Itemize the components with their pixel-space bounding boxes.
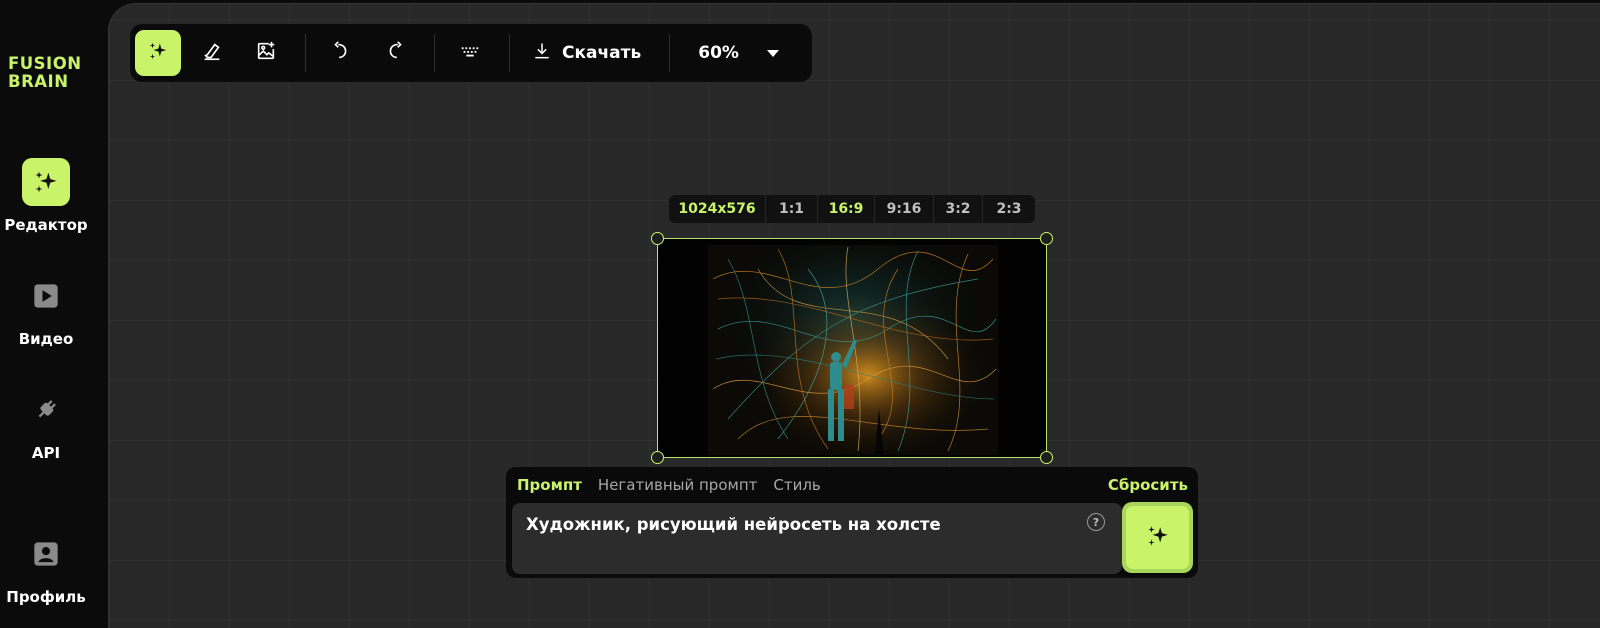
play-icon [22,272,70,320]
tab-negative-prompt[interactable]: Негативный промпт [598,476,757,494]
eraser-tool-button[interactable] [189,30,235,76]
sparkles-icon [1145,523,1171,553]
zoom-value: 60% [698,43,739,63]
neural-network-artwork [658,239,1046,457]
generated-image[interactable] [657,238,1047,458]
sparkles-icon [147,40,169,66]
keyboard-icon [459,40,481,66]
sidebar-item-label: Профиль [6,588,86,606]
sidebar-item-profile[interactable]: Профиль [0,530,92,606]
generate-button-face [1126,506,1189,569]
toolbar: Скачать 60% [130,24,812,82]
profile-icon [22,530,70,578]
download-icon [532,41,552,66]
generate-button[interactable] [1122,502,1193,573]
zoom-select[interactable]: 60% [686,43,779,63]
ratio-option-9-16[interactable]: 9:16 [875,195,934,223]
resize-handle-top-right[interactable] [1040,232,1053,245]
logo-line-1: FUSION [8,54,82,73]
keyboard-shortcuts-button[interactable] [447,30,493,76]
sparkles-icon [22,158,70,206]
ratio-option-2-3[interactable]: 2:3 [983,195,1035,223]
sidebar: FUSION BRAIN Редактор Видео API Профиль [0,0,108,627]
sidebar-item-video[interactable]: Видео [0,272,92,348]
ratio-option-1-1[interactable]: 1:1 [766,195,818,223]
divider [305,34,306,72]
ratio-option-3-2[interactable]: 3:2 [934,195,983,223]
sidebar-item-label: Видео [18,330,74,348]
generate-tool-button[interactable] [135,30,181,76]
download-label: Скачать [562,43,642,63]
divider [434,34,435,72]
plug-icon [22,386,70,434]
logo-line-2: BRAIN [8,72,69,91]
undo-icon [330,40,352,66]
sidebar-item-editor[interactable]: Редактор [0,158,92,234]
sidebar-item-label: Редактор [4,216,88,234]
redo-button[interactable] [372,30,418,76]
download-button[interactable]: Скачать [526,41,647,66]
tab-prompt[interactable]: Промпт [517,476,582,494]
divider [669,34,671,72]
tab-style[interactable]: Стиль [773,476,820,494]
resolution-display: 1024x576 [669,195,766,223]
reset-button[interactable]: Сбросить [1108,476,1188,494]
divider [509,34,510,72]
sidebar-item-label: API [31,444,61,462]
prompt-tabs: Промпт Негативный промпт Стиль [517,476,821,494]
chevron-down-icon [766,49,779,57]
image-add-tool-button[interactable] [243,30,289,76]
logo[interactable]: FUSION BRAIN [8,55,82,91]
help-icon[interactable]: ? [1087,513,1105,531]
image-add-icon [255,40,277,66]
eraser-icon [201,40,223,66]
prompt-input[interactable]: Художник, рисующий нейросеть на холсте [512,503,1122,574]
undo-button[interactable] [318,30,364,76]
aspect-ratio-bar: 1024x576 1:1 16:9 9:16 3:2 2:3 [669,195,1035,223]
resize-handle-bottom-right[interactable] [1040,451,1053,464]
redo-icon [384,40,406,66]
resize-handle-bottom-left[interactable] [651,451,664,464]
ratio-option-16-9[interactable]: 16:9 [818,195,875,223]
resize-handle-top-left[interactable] [651,232,664,245]
prompt-panel: Промпт Негативный промпт Стиль Сбросить … [506,467,1198,578]
sidebar-item-api[interactable]: API [0,386,92,462]
